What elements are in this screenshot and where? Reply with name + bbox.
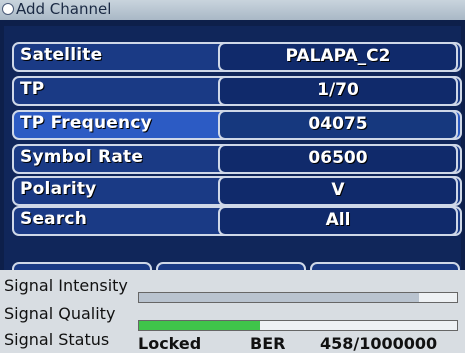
menu-dot-icon xyxy=(2,3,14,15)
field-label: Symbol Rate xyxy=(20,147,144,167)
field-polarity[interactable]: Polarity V xyxy=(12,176,462,206)
field-tp-frequency[interactable]: TP Frequency 04075 xyxy=(12,110,462,140)
window-title: Add Channel xyxy=(16,0,112,18)
ber-label: BER xyxy=(250,334,286,353)
field-satellite[interactable]: Satellite PALAPA_C2 xyxy=(12,42,462,72)
polarity-value[interactable]: V xyxy=(218,176,458,206)
ber-value: 458/1000000 xyxy=(320,334,438,353)
field-search[interactable]: Search All xyxy=(12,206,462,236)
field-label: TP xyxy=(20,79,45,99)
field-label: Search xyxy=(20,209,88,229)
tp-frequency-input[interactable]: 04075 xyxy=(218,110,458,140)
channel-form-panel: Satellite PALAPA_C2 TP 1/70 TP Frequency… xyxy=(4,26,462,296)
signal-status-value: Locked xyxy=(138,334,202,353)
field-symbol-rate[interactable]: Symbol Rate 06500 xyxy=(12,144,462,174)
signal-intensity-bar xyxy=(138,292,458,303)
search-value[interactable]: All xyxy=(218,206,458,236)
signal-info-panel: Signal Intensity Signal Quality Signal S… xyxy=(0,270,465,353)
satellite-value[interactable]: PALAPA_C2 xyxy=(218,42,458,72)
signal-quality-label: Signal Quality xyxy=(4,304,116,323)
signal-quality-fill xyxy=(139,321,260,330)
signal-intensity-fill xyxy=(139,293,419,302)
tp-value[interactable]: 1/70 xyxy=(218,76,458,106)
field-label: Polarity xyxy=(20,179,97,199)
field-label: TP Frequency xyxy=(20,113,152,133)
title-bar: Add Channel xyxy=(0,0,465,20)
signal-status-label: Signal Status xyxy=(4,330,110,349)
signal-intensity-label: Signal Intensity xyxy=(4,276,128,295)
field-tp[interactable]: TP 1/70 xyxy=(12,76,462,106)
signal-quality-bar xyxy=(138,320,458,331)
field-label: Satellite xyxy=(20,45,103,65)
symbol-rate-input[interactable]: 06500 xyxy=(218,144,458,174)
